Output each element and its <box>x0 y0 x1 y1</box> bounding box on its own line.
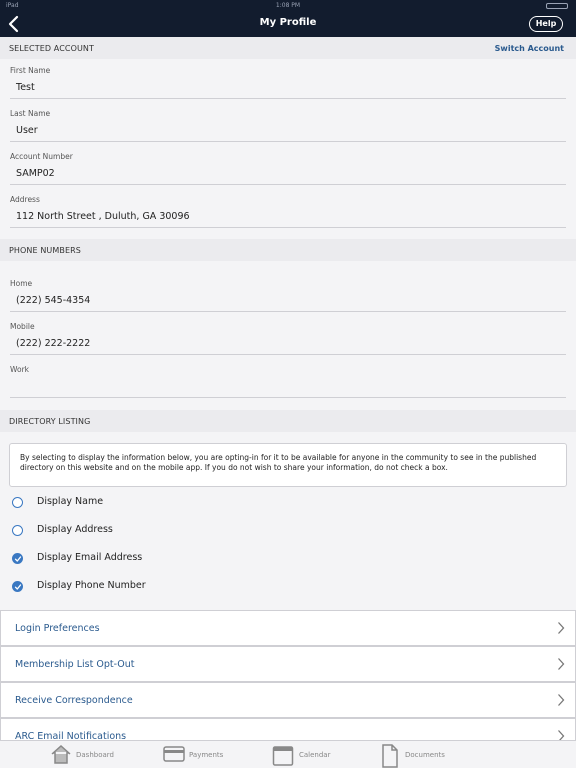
field-divider <box>10 397 566 398</box>
nav-bar: My Profile Help <box>0 12 576 37</box>
menu-label: Login Preferences <box>15 623 100 634</box>
tab-payments[interactable]: Payments <box>163 741 233 768</box>
option-label: Display Address <box>37 524 113 535</box>
tab-bar: Dashboard Payments Calendar Documents <box>0 740 576 768</box>
status-bar: iPad 1:08 PM <box>0 0 576 12</box>
membership-opt-out-row[interactable]: Membership List Opt-Out <box>0 646 576 682</box>
tab-label: Calendar <box>299 751 331 759</box>
section-label: PHONE NUMBERS <box>9 246 81 255</box>
field-divider <box>10 184 566 185</box>
checkmark-icon[interactable] <box>12 553 23 564</box>
first-name-field[interactable]: First Name Test <box>0 59 576 102</box>
tab-dashboard[interactable]: Dashboard <box>50 741 120 768</box>
option-label: Display Name <box>37 496 104 507</box>
field-divider <box>10 98 566 99</box>
field-label: Last Name <box>10 109 51 118</box>
document-icon <box>382 744 398 768</box>
receive-correspondence-row[interactable]: Receive Correspondence <box>0 682 576 718</box>
tab-documents[interactable]: Documents <box>381 741 461 768</box>
status-time: 1:08 PM <box>275 2 301 9</box>
menu-label: Membership List Opt-Out <box>15 659 135 670</box>
switch-account-link[interactable]: Switch Account <box>495 44 564 53</box>
home-phone-field[interactable]: Home (222) 545-4354 <box>0 273 576 316</box>
display-phone-option[interactable]: Display Phone Number <box>0 572 576 600</box>
section-label: SELECTED ACCOUNT <box>9 44 95 53</box>
tab-label: Documents <box>405 751 445 759</box>
account-number-field[interactable]: Account Number SAMP02 <box>0 145 576 188</box>
field-value: Test <box>16 82 35 93</box>
mobile-phone-field[interactable]: Mobile (222) 222-2222 <box>0 316 576 359</box>
address-field[interactable]: Address 112 North Street , Duluth, GA 30… <box>0 188 576 231</box>
field-value: User <box>16 125 38 136</box>
battery-icon <box>546 3 568 9</box>
tab-label: Payments <box>189 751 224 759</box>
calendar-icon <box>272 746 294 766</box>
help-button[interactable]: Help <box>529 16 563 32</box>
field-divider <box>10 354 566 355</box>
radio-unchecked-icon[interactable] <box>12 525 23 536</box>
option-label: Display Phone Number <box>37 580 146 591</box>
display-name-option[interactable]: Display Name <box>0 488 576 516</box>
last-name-field[interactable]: Last Name User <box>0 102 576 145</box>
field-divider <box>10 141 566 142</box>
field-divider <box>10 227 566 228</box>
credit-card-icon <box>163 746 185 762</box>
field-value: (222) 545-4354 <box>16 295 91 306</box>
more-menu-button[interactable] <box>510 761 537 768</box>
field-value: SAMP02 <box>16 168 55 179</box>
field-divider <box>10 311 566 312</box>
login-preferences-row[interactable]: Login Preferences <box>0 610 576 646</box>
field-label: Work <box>10 365 29 374</box>
work-phone-field[interactable]: Work <box>0 359 576 402</box>
option-label: Display Email Address <box>37 552 143 563</box>
chevron-right-icon <box>558 658 565 670</box>
radio-unchecked-icon[interactable] <box>12 497 23 508</box>
page-title: My Profile <box>259 17 317 28</box>
tab-label: Dashboard <box>76 751 114 759</box>
field-label: Address <box>10 195 40 204</box>
selected-account-header: SELECTED ACCOUNT Switch Account <box>0 37 576 59</box>
chevron-right-icon <box>558 622 565 634</box>
display-address-option[interactable]: Display Address <box>0 516 576 544</box>
field-value: 112 North Street , Duluth, GA 30096 <box>16 211 190 222</box>
chevron-right-icon <box>558 694 565 706</box>
section-label: DIRECTORY LISTING <box>9 417 91 426</box>
field-label: First Name <box>10 66 51 75</box>
directory-listing-header: DIRECTORY LISTING <box>0 410 576 432</box>
phone-numbers-header: PHONE NUMBERS <box>0 239 576 261</box>
display-email-option[interactable]: Display Email Address <box>0 544 576 572</box>
field-label: Home <box>10 279 33 288</box>
field-label: Account Number <box>10 152 73 161</box>
field-value: (222) 222-2222 <box>16 338 91 349</box>
home-icon <box>51 744 71 764</box>
field-label: Mobile <box>10 322 35 331</box>
checkmark-icon[interactable] <box>12 581 23 592</box>
tab-calendar[interactable]: Calendar <box>272 741 342 768</box>
menu-label: Receive Correspondence <box>15 695 133 706</box>
directory-notice: By selecting to display the information … <box>9 443 567 487</box>
